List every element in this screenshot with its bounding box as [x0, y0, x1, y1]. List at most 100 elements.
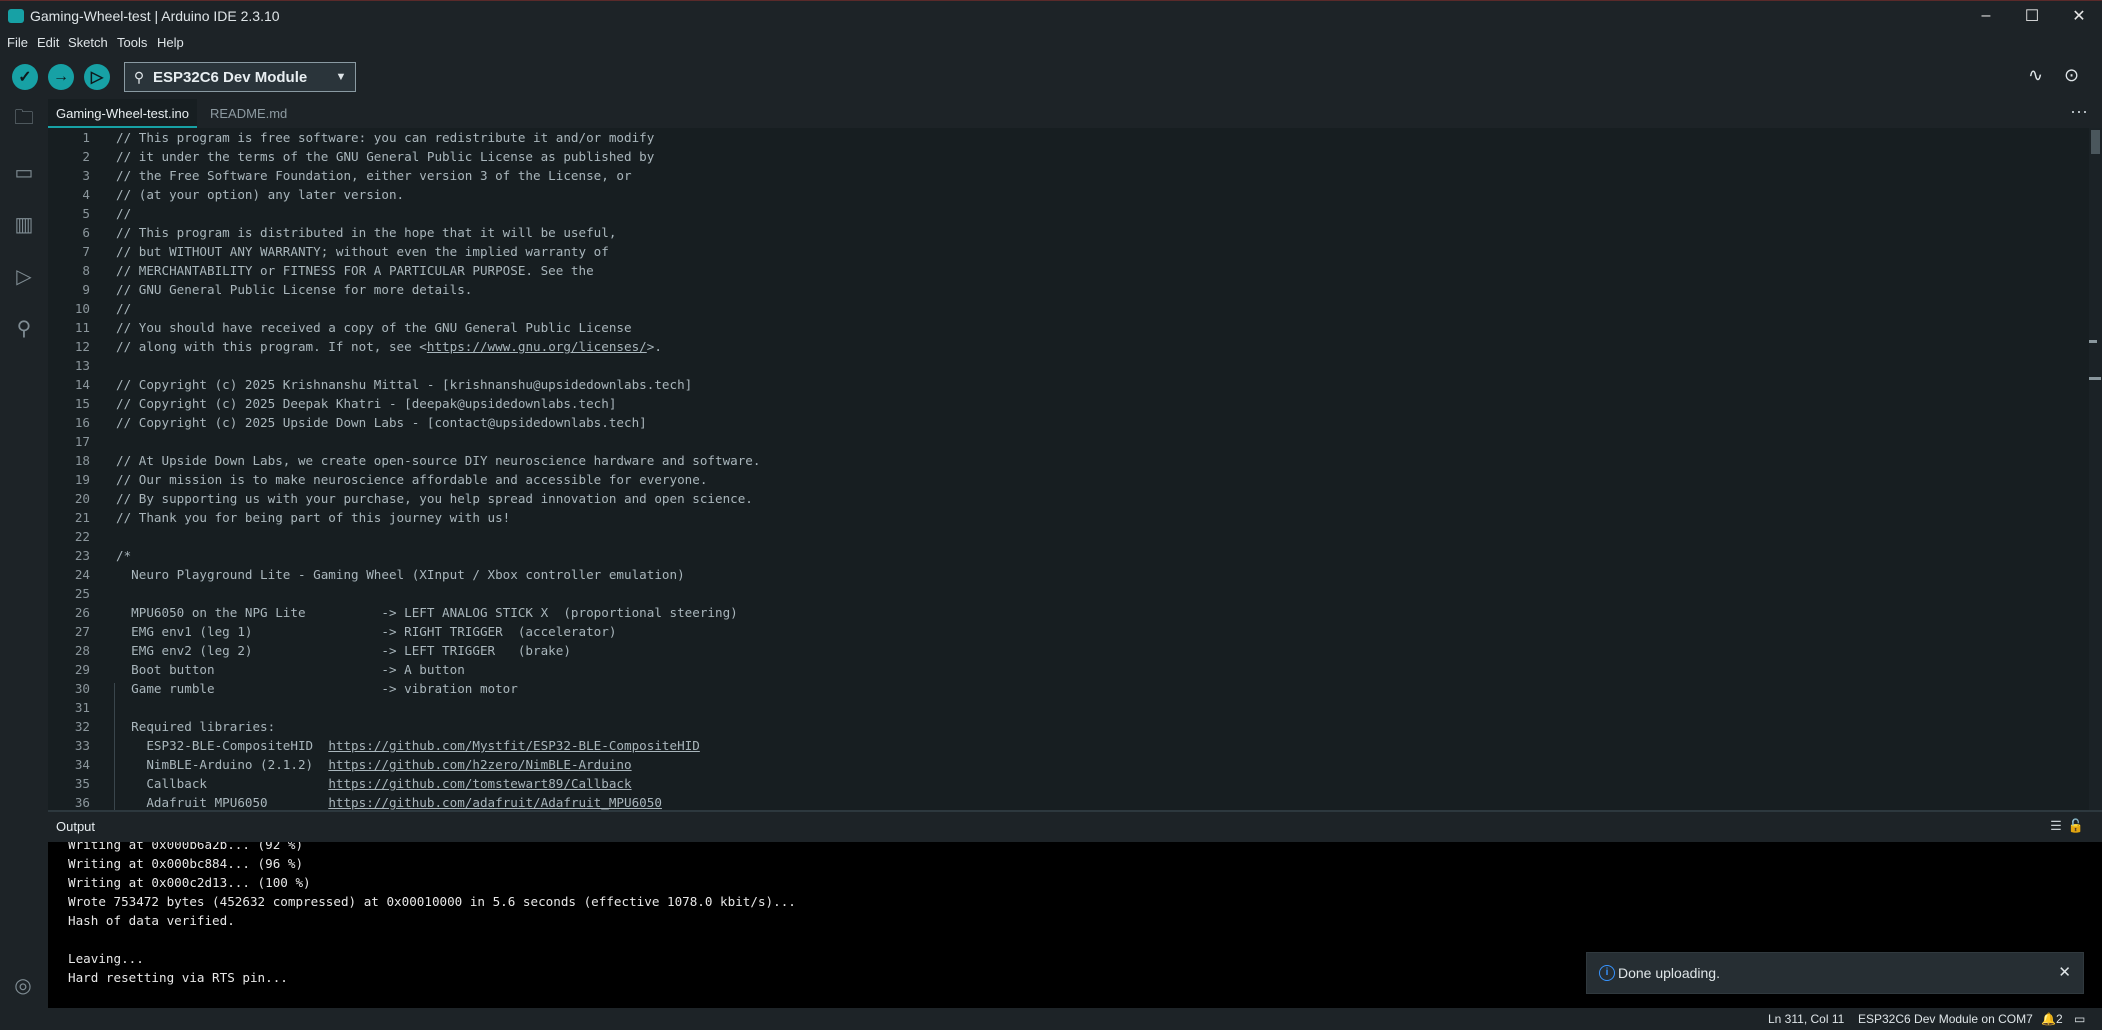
- code-text: ESP32-BLE-CompositeHID https://github.co…: [116, 736, 700, 755]
- code-line: 12 // along with this program. If not, se…: [48, 337, 2089, 356]
- code-segment: Neuro Playground Lite - Gaming Wheel (XI…: [116, 567, 685, 582]
- code-text: // By supporting us with your purchase, …: [116, 489, 753, 508]
- menu-sketch[interactable]: Sketch: [68, 31, 108, 55]
- line-number: 17: [74, 434, 90, 449]
- code-text: Required libraries:: [116, 717, 275, 736]
- code-text: // (at your option) any later version.: [116, 185, 404, 204]
- upload-button[interactable]: →: [48, 64, 74, 90]
- toast-close-button[interactable]: ✕: [2058, 953, 2071, 993]
- menu-help[interactable]: Help: [157, 31, 184, 55]
- code-text: // the Free Software Foundation, either …: [116, 166, 632, 185]
- code-segment: // Copyright (c) 2025 Upside Down Labs -…: [116, 415, 647, 430]
- line-number: 33: [74, 738, 90, 753]
- code-editor[interactable]: 1 // This program is free software: you c…: [48, 128, 2089, 810]
- arduino-logo-icon: [8, 9, 24, 23]
- notifications-button[interactable]: 🔔2: [2041, 1008, 2063, 1030]
- code-text: Game rumble -> vibration motor: [116, 679, 518, 698]
- close-window-button[interactable]: ✕: [2056, 1, 2102, 31]
- line-number: 1: [82, 130, 90, 145]
- menu-edit[interactable]: Edit: [37, 31, 59, 55]
- line-number: 34: [74, 757, 90, 772]
- serial-monitor-icon[interactable]: ⊙: [2064, 65, 2079, 86]
- code-line: 19 // Our mission is to make neuroscience…: [48, 470, 2089, 489]
- line-number: 30: [74, 681, 90, 696]
- line-number: 11: [74, 320, 90, 335]
- code-text: // Copyright (c) 2025 Krishnanshu Mittal…: [116, 375, 692, 394]
- code-link[interactable]: https://github.com/adafruit/Adafruit_MPU…: [328, 795, 662, 810]
- line-number: 9: [82, 282, 90, 297]
- tab-readme-md[interactable]: README.md: [202, 99, 295, 128]
- code-segment: // along with this program. If not, see …: [116, 339, 427, 354]
- line-number: 10: [74, 301, 90, 316]
- board-port-status[interactable]: ESP32C6 Dev Module on COM7: [1858, 1008, 2033, 1030]
- clear-output-icon[interactable]: ☰: [2050, 818, 2068, 833]
- code-segment: MPU6050 on the NPG Lite -> LEFT ANALOG S…: [116, 605, 738, 620]
- code-line: 15 // Copyright (c) 2025 Deepak Khatri - …: [48, 394, 2089, 413]
- line-number: 31: [74, 700, 90, 715]
- code-text: Boot button -> A button: [116, 660, 465, 679]
- cursor-position[interactable]: Ln 311, Col 11: [1768, 1008, 1844, 1030]
- line-number: 35: [74, 776, 90, 791]
- line-number: 13: [74, 358, 90, 373]
- editor-scrollbar[interactable]: [2089, 128, 2102, 810]
- code-line: 4 // (at your option) any later version.: [48, 185, 2089, 204]
- code-line: 3 // the Free Software Foundation, either…: [48, 166, 2089, 185]
- code-line: 11 // You should have received a copy of …: [48, 318, 2089, 337]
- code-line: 30 Game rumble -> vibration motor: [48, 679, 2089, 698]
- code-line: 13: [48, 356, 2089, 375]
- line-number: 14: [74, 377, 90, 392]
- maximize-button[interactable]: ☐: [2009, 1, 2055, 31]
- scrollbar-thumb[interactable]: [2091, 130, 2100, 154]
- more-icon[interactable]: ···: [2070, 99, 2088, 123]
- arrow-right-icon: →: [53, 68, 69, 85]
- code-line: 22: [48, 527, 2089, 546]
- code-segment: EMG env1 (leg 1) -> RIGHT TRIGGER (accel…: [116, 624, 617, 639]
- minimize-button[interactable]: –: [1963, 1, 2009, 31]
- scroll-lock-icon[interactable]: 🔓: [2068, 818, 2090, 833]
- code-segment: // but WITHOUT ANY WARRANTY; without eve…: [116, 244, 609, 259]
- line-number: 2: [82, 149, 90, 164]
- code-text: // You should have received a copy of th…: [116, 318, 632, 337]
- code-line: 1 // This program is free software: you c…: [48, 128, 2089, 147]
- code-link[interactable]: https://github.com/tomstewart89/Callback: [328, 776, 631, 791]
- layout-icon[interactable]: ▭: [2074, 1008, 2085, 1030]
- verify-button[interactable]: ✓: [12, 64, 38, 90]
- code-segment: // This program is distributed in the ho…: [116, 225, 617, 240]
- code-line: 2 // it under the terms of the GNU Genera…: [48, 147, 2089, 166]
- line-number: 12: [74, 339, 90, 354]
- code-segment: // Our mission is to make neuroscience a…: [116, 472, 708, 487]
- account-icon[interactable]: ◎: [10, 972, 36, 998]
- code-line: 20 // By supporting us with your purchase…: [48, 489, 2089, 508]
- code-segment: // MERCHANTABILITY or FITNESS FOR A PART…: [116, 263, 594, 278]
- code-segment: // (at your option) any later version.: [116, 187, 405, 202]
- code-text: MPU6050 on the NPG Lite -> LEFT ANALOG S…: [116, 603, 738, 622]
- tab-gaming-wheel-test-ino[interactable]: Gaming-Wheel-test.ino: [48, 99, 197, 128]
- code-link[interactable]: https://github.com/Mystfit/ESP32-BLE-Com…: [328, 738, 700, 753]
- board-selector[interactable]: ⚲ ESP32C6 Dev Module ▼: [124, 62, 356, 92]
- line-number: 24: [74, 567, 90, 582]
- boards-manager-icon[interactable]: ▭: [10, 158, 38, 186]
- code-line: 34 NimBLE-Arduino (2.1.2) https://github…: [48, 755, 2089, 774]
- code-segment: // it under the terms of the GNU General…: [116, 149, 655, 164]
- menu-tools[interactable]: Tools: [117, 31, 147, 55]
- code-segment: EMG env2 (leg 2) -> LEFT TRIGGER (brake): [116, 643, 571, 658]
- serial-plotter-icon[interactable]: ∿: [2028, 65, 2043, 86]
- library-manager-icon[interactable]: ▥: [10, 210, 38, 238]
- line-number: 21: [74, 510, 90, 525]
- code-segment: NimBLE-Arduino (2.1.2): [116, 757, 329, 772]
- usb-icon: ⚲: [133, 68, 145, 85]
- code-segment: Boot button -> A button: [116, 662, 465, 677]
- code-link[interactable]: https://www.gnu.org/licenses/: [427, 339, 647, 354]
- output-line: Writing at 0x000c2d13... (100 %): [68, 875, 311, 890]
- code-link[interactable]: https://github.com/h2zero/NimBLE-Arduino: [328, 757, 631, 772]
- code-line: 23 /*: [48, 546, 2089, 565]
- code-text: EMG env2 (leg 2) -> LEFT TRIGGER (brake): [116, 641, 571, 660]
- folder-icon[interactable]: 🗀: [10, 106, 38, 134]
- line-number: 25: [74, 586, 90, 601]
- debug-button[interactable]: ▷: [84, 64, 110, 90]
- debug-sidebar-icon[interactable]: ▷: [10, 262, 38, 290]
- code-text: // but WITHOUT ANY WARRANTY; without eve…: [116, 242, 609, 261]
- menu-file[interactable]: File: [7, 31, 28, 55]
- line-number: 3: [82, 168, 90, 183]
- search-icon[interactable]: ⚲: [10, 314, 38, 342]
